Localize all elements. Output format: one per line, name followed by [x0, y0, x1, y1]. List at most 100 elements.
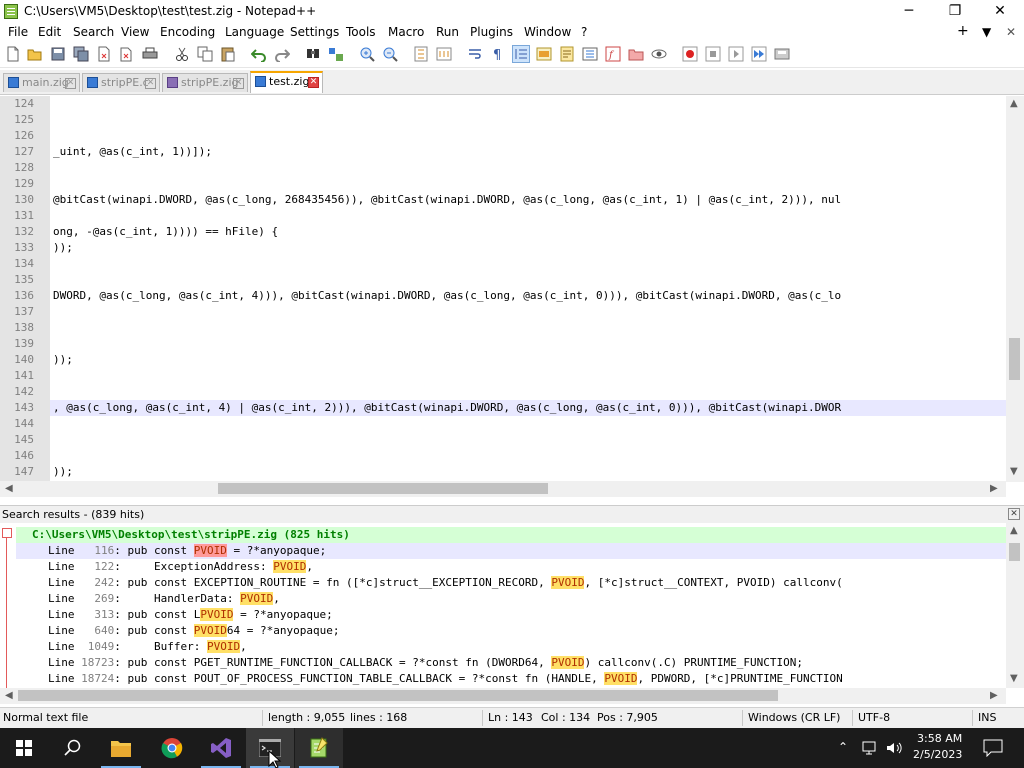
paste-icon[interactable]: [220, 46, 236, 62]
save-macro-icon[interactable]: [774, 46, 790, 62]
scroll-thumb[interactable]: [1009, 338, 1020, 380]
tab-close-icon[interactable]: ✕: [145, 78, 156, 89]
search-result-row[interactable]: Line 1049: Buffer: PVOID,: [48, 640, 247, 653]
search-result-row[interactable]: Line 18724: pub const POUT_OF_PROCESS_FU…: [48, 672, 843, 685]
show-all-characters-icon[interactable]: ¶: [490, 46, 506, 62]
volume-icon[interactable]: [886, 741, 904, 755]
replace-icon[interactable]: [328, 46, 344, 62]
search-button[interactable]: [48, 728, 96, 768]
scroll-right-icon[interactable]: ▶: [990, 483, 998, 494]
close-document-icon[interactable]: ✕: [1006, 25, 1016, 39]
scroll-left-icon[interactable]: ◀: [5, 690, 13, 701]
notepadpp-taskbar-button[interactable]: [295, 728, 343, 768]
scroll-left-icon[interactable]: ◀: [5, 483, 13, 494]
find-icon[interactable]: [305, 46, 321, 62]
search-result-row[interactable]: Line 269: HandlerData: PVOID,: [48, 592, 280, 605]
code-line[interactable]: ));: [53, 465, 73, 478]
scroll-up-icon[interactable]: ▲: [1010, 98, 1018, 109]
udl-icon[interactable]: [536, 46, 552, 62]
tab-close-icon[interactable]: ✕: [65, 78, 76, 89]
tab-test-zig[interactable]: test.zig ✕: [250, 71, 323, 93]
code-editor[interactable]: 124 125 126 127 _uint, @as(c_int, 1))]); 128 1…: [0, 96, 1006, 482]
tab-strippe-c[interactable]: stripPE.c ✕: [82, 73, 160, 92]
menu-edit[interactable]: Edit: [38, 25, 61, 39]
network-icon[interactable]: [862, 741, 880, 755]
search-result-row[interactable]: Line 122: ExceptionAddress: PVOID,: [48, 560, 313, 573]
redo-icon[interactable]: [274, 46, 290, 62]
sync-horizontal-icon[interactable]: [436, 46, 452, 62]
save-all-icon[interactable]: [73, 46, 89, 62]
code-line[interactable]: _uint, @as(c_int, 1))]);: [53, 145, 212, 158]
editor-horizontal-scrollbar[interactable]: ◀ ▶: [0, 481, 1006, 497]
new-file-icon[interactable]: [5, 46, 21, 62]
code-line[interactable]: ));: [53, 241, 73, 254]
scroll-thumb[interactable]: [18, 690, 778, 701]
results-horizontal-scrollbar[interactable]: ◀ ▶: [0, 688, 1006, 704]
doc-list-icon[interactable]: [582, 46, 598, 62]
indent-guide-icon[interactable]: [512, 45, 530, 63]
search-result-row[interactable]: Line 116: pub const PVOID = ?*anyopaque;: [48, 544, 326, 557]
clock-time[interactable]: 3:58 AM: [917, 732, 962, 745]
cut-icon[interactable]: [174, 46, 190, 62]
close-button[interactable]: ✕: [977, 0, 1023, 23]
play-macro-icon[interactable]: [728, 46, 744, 62]
tab-main-zig[interactable]: main.zig ✕: [3, 73, 80, 92]
search-result-row[interactable]: Line 640: pub const PVOID64 = ?*anyopaqu…: [48, 624, 339, 637]
clock-date[interactable]: 2/5/2023: [913, 748, 962, 761]
chrome-taskbar-button[interactable]: [148, 728, 196, 768]
code-line[interactable]: ong, -@as(c_int, 1)))) == hFile) {: [53, 225, 278, 238]
minimize-button[interactable]: ─: [886, 0, 932, 23]
menu-plugins[interactable]: Plugins: [470, 25, 513, 39]
scroll-down-icon[interactable]: ▼: [1010, 466, 1018, 477]
search-file-header[interactable]: C:\Users\VM5\Desktop\test\stripPE.zig (8…: [32, 528, 350, 541]
scroll-down-icon[interactable]: ▼: [1010, 673, 1018, 684]
search-result-row[interactable]: Line 313: pub const LPVOID = ?*anyopaque…: [48, 608, 333, 621]
notepadpp-app-icon[interactable]: [4, 4, 18, 19]
code-line[interactable]: DWORD, @as(c_long, @as(c_int, 4))), @bit…: [53, 289, 841, 302]
menu-file[interactable]: File: [8, 25, 28, 39]
search-results-close-icon[interactable]: ✕: [1008, 508, 1020, 520]
tab-list-dropdown-icon[interactable]: ▼: [982, 25, 991, 39]
scroll-up-icon[interactable]: ▲: [1010, 525, 1018, 536]
menu-encoding[interactable]: Encoding: [160, 25, 215, 39]
close-all-icon[interactable]: [119, 46, 135, 62]
menu-tools[interactable]: Tools: [346, 25, 376, 39]
menu-view[interactable]: View: [121, 25, 149, 39]
save-icon[interactable]: [50, 46, 66, 62]
menu-search[interactable]: Search: [73, 25, 114, 39]
folder-workspace-icon[interactable]: [628, 46, 644, 62]
scroll-right-icon[interactable]: ▶: [990, 690, 998, 701]
start-button[interactable]: [0, 728, 48, 768]
menu-window[interactable]: Window: [524, 25, 571, 39]
notifications-icon[interactable]: [983, 739, 1003, 757]
run-macro-multiple-icon[interactable]: [751, 46, 767, 62]
menu-settings[interactable]: Settings: [290, 25, 339, 39]
scroll-thumb[interactable]: [1009, 543, 1020, 561]
search-result-row[interactable]: Line 18723: pub const PGET_RUNTIME_FUNCT…: [48, 656, 803, 669]
search-results-panel[interactable]: C:\Users\VM5\Desktop\test\stripPE.zig (8…: [0, 523, 1006, 688]
zoom-in-icon[interactable]: [359, 46, 375, 62]
tab-strippe-zig[interactable]: stripPE.zig ✕: [162, 73, 248, 92]
record-macro-icon[interactable]: [682, 46, 698, 62]
menu-macro[interactable]: Macro: [388, 25, 424, 39]
copy-icon[interactable]: [197, 46, 213, 62]
sync-vertical-icon[interactable]: [413, 46, 429, 62]
undo-icon[interactable]: [251, 46, 267, 62]
show-hidden-icons-chevron-icon[interactable]: ⌃: [838, 740, 848, 754]
zoom-out-icon[interactable]: [382, 46, 398, 62]
word-wrap-icon[interactable]: [467, 46, 483, 62]
search-result-row[interactable]: Line 242: pub const EXCEPTION_ROUTINE = …: [48, 576, 843, 589]
menu-run[interactable]: Run: [436, 25, 459, 39]
stop-macro-icon[interactable]: [705, 46, 721, 62]
menu-help[interactable]: ?: [581, 25, 587, 39]
function-list-icon[interactable]: f: [605, 46, 621, 62]
open-file-icon[interactable]: [27, 46, 43, 62]
restore-button[interactable]: ❐: [932, 0, 978, 23]
visual-studio-taskbar-button[interactable]: [197, 728, 245, 768]
doc-map-icon[interactable]: [559, 46, 575, 62]
tab-close-icon[interactable]: ✕: [233, 78, 244, 89]
file-explorer-taskbar-button[interactable]: [97, 728, 145, 768]
fold-collapse-icon[interactable]: [2, 528, 12, 538]
code-line[interactable]: ));: [53, 353, 73, 366]
menu-language[interactable]: Language: [225, 25, 284, 39]
